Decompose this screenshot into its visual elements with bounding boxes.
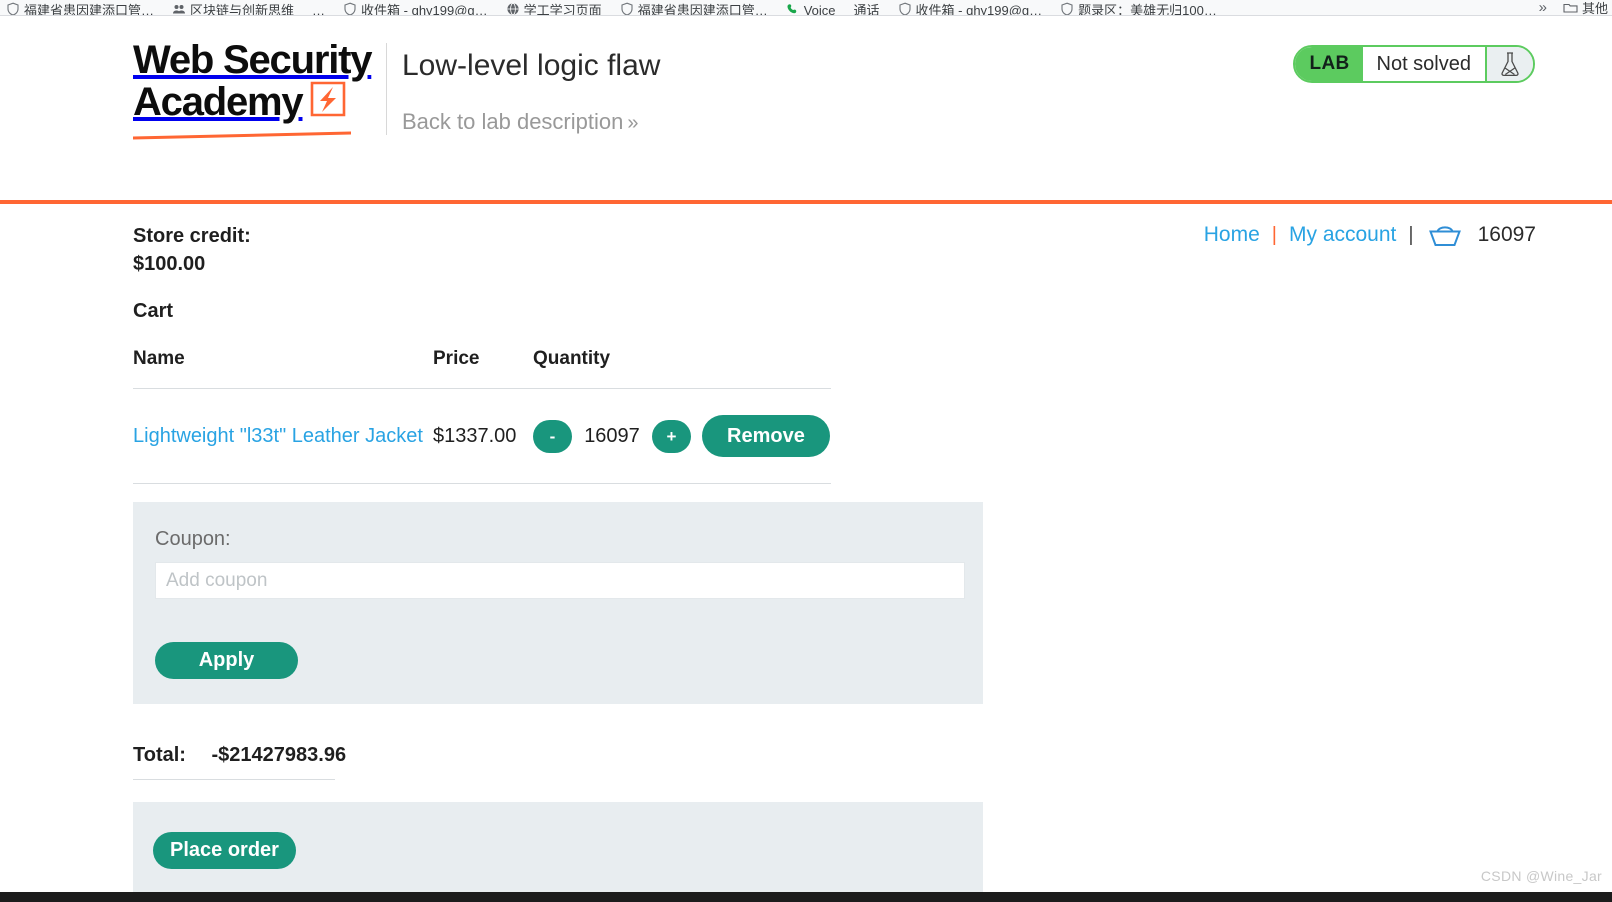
store-credit-label: Store credit: [133, 225, 251, 247]
cart-cell-quantity: - 16097 + Remove [533, 388, 831, 484]
bottom-strip [0, 892, 1612, 902]
bookmarks-overflow-icon[interactable]: » [1539, 0, 1547, 15]
coupon-label: Coupon: [155, 528, 231, 550]
nav-separator: | [1271, 223, 1277, 246]
order-panel: Place order [133, 802, 983, 892]
cart-item-count: 16097 [1477, 223, 1536, 246]
store-credit-value: $100.00 [133, 253, 206, 275]
column-header-quantity: Quantity [533, 348, 831, 389]
overflow-ellipsis-icon: … [312, 3, 326, 16]
shield-icon [620, 2, 634, 15]
total-amount: -$21427983.96 [211, 744, 347, 766]
bookmark-label: 收件箱 - qhy199@g… [361, 2, 488, 16]
phone-icon [786, 2, 800, 15]
shield-icon [343, 2, 357, 15]
bookmark-item[interactable]: 学工学习页面 [506, 1, 602, 15]
people-icon [172, 2, 186, 15]
browser-bookmarks-bar: 福建省患因建添口管… 区块链与创新思维 … 收件箱 - qhy199@g… 学工… [0, 0, 1612, 16]
total-label: Total: [133, 744, 186, 766]
cart-total: Total: -$21427983.96 [133, 744, 346, 780]
store-credit: Store credit: $100.00 [133, 222, 251, 278]
place-order-button[interactable]: Place order [153, 832, 296, 869]
bookmark-overflow-ellipsis[interactable]: … [312, 2, 325, 15]
shield-icon [1060, 2, 1074, 15]
column-header-name: Name [133, 348, 433, 389]
flask-icon [1487, 47, 1533, 81]
header-orange-rule [0, 200, 1612, 204]
nav-link-home[interactable]: Home [1204, 223, 1260, 247]
cart-table-header-row: Name Price Quantity [133, 348, 831, 389]
shield-icon [6, 2, 20, 15]
product-link[interactable]: Lightweight "l33t" Leather Jacket [133, 425, 423, 447]
lab-status-text: Not solved [1362, 47, 1487, 81]
lightning-bolt-icon [309, 81, 347, 122]
bookmark-item[interactable]: 区块链与创新思维 [172, 1, 294, 15]
site-nav: Home | My account | 16097 [1204, 220, 1536, 250]
shield-icon [898, 2, 912, 15]
bookmark-item[interactable]: 福建省患因建添口管… [6, 1, 154, 15]
other-bookmarks-button[interactable]: 其他 [1563, 0, 1608, 16]
logo-underline [133, 131, 351, 140]
lab-badge-label: LAB [1294, 47, 1363, 81]
bookmark-label: 收件箱 - qhy199@g… [915, 2, 1043, 16]
lab-header: Web Security Academy Low-level logic fla… [0, 16, 1612, 204]
bookmark-label: 通话 [853, 3, 880, 16]
cart-cell-name: Lightweight "l33t" Leather Jacket [133, 388, 433, 484]
basket-icon[interactable] [1428, 223, 1462, 253]
nav-link-my-account[interactable]: My account [1289, 223, 1396, 247]
apply-coupon-button[interactable]: Apply [155, 642, 298, 679]
watermark: CSDN @Wine_Jar [1480, 868, 1602, 884]
folder-icon [1563, 1, 1578, 14]
cart-table: Name Price Quantity Lightweight "l33t" L… [133, 348, 831, 484]
lab-status-widget[interactable]: LAB Not solved [1292, 45, 1535, 83]
logo-line-1: Web Security [133, 38, 372, 82]
quantity-stepper: - 16097 + Remove [533, 415, 831, 457]
bookmark-item[interactable]: Voice [786, 1, 836, 15]
logo-line-2: Academy [133, 80, 304, 124]
remove-item-button[interactable]: Remove [702, 415, 830, 457]
web-security-academy-logo[interactable]: Web Security Academy [133, 38, 383, 140]
decrement-quantity-button[interactable]: - [533, 419, 572, 453]
back-link-label: Back to lab description [402, 109, 624, 134]
bookmark-item[interactable]: 收件箱 - qhy199@g… [343, 1, 488, 15]
nav-separator: | [1408, 223, 1414, 246]
bookmark-label: 区块链与创新思维 [190, 2, 295, 16]
bookmark-label: 题录区：美雄无归100… [1078, 2, 1217, 16]
bookmark-item[interactable]: 通话 [854, 2, 880, 15]
quantity-value: 16097 [584, 424, 640, 447]
bookmarks-bar-right: » 其他 [1539, 0, 1608, 15]
column-header-price: Price [433, 348, 533, 389]
bookmark-item[interactable]: 收件箱 - qhy199@g… [898, 1, 1043, 16]
cart-heading: Cart [133, 300, 174, 322]
double-chevron-right-icon: » [627, 112, 639, 134]
other-bookmarks-label: 其他 [1581, 1, 1608, 16]
bookmark-label: 福建省患因建添口管… [24, 2, 155, 16]
bookmark-label: Voice [803, 2, 836, 16]
bookmark-label: 福建省患因建添口管… [637, 2, 768, 16]
coupon-input[interactable] [155, 562, 965, 599]
globe-icon [506, 2, 520, 15]
increment-quantity-button[interactable]: + [652, 419, 691, 453]
bookmark-item[interactable]: 福建省患因建添口管… [620, 1, 768, 15]
logo-line-2-row: Academy [133, 81, 383, 123]
table-row: Lightweight "l33t" Leather Jacket $1337.… [133, 388, 831, 484]
bookmark-item[interactable]: 题录区：美雄无归100… [1060, 1, 1217, 15]
bookmark-label: 学工学习页面 [523, 2, 602, 16]
header-divider [386, 43, 387, 135]
cart-cell-price: $1337.00 [433, 388, 533, 484]
page-title: Low-level logic flaw [402, 49, 661, 82]
back-to-lab-description-link[interactable]: Back to lab description» [402, 109, 638, 135]
coupon-panel: Coupon: Apply [133, 502, 983, 704]
